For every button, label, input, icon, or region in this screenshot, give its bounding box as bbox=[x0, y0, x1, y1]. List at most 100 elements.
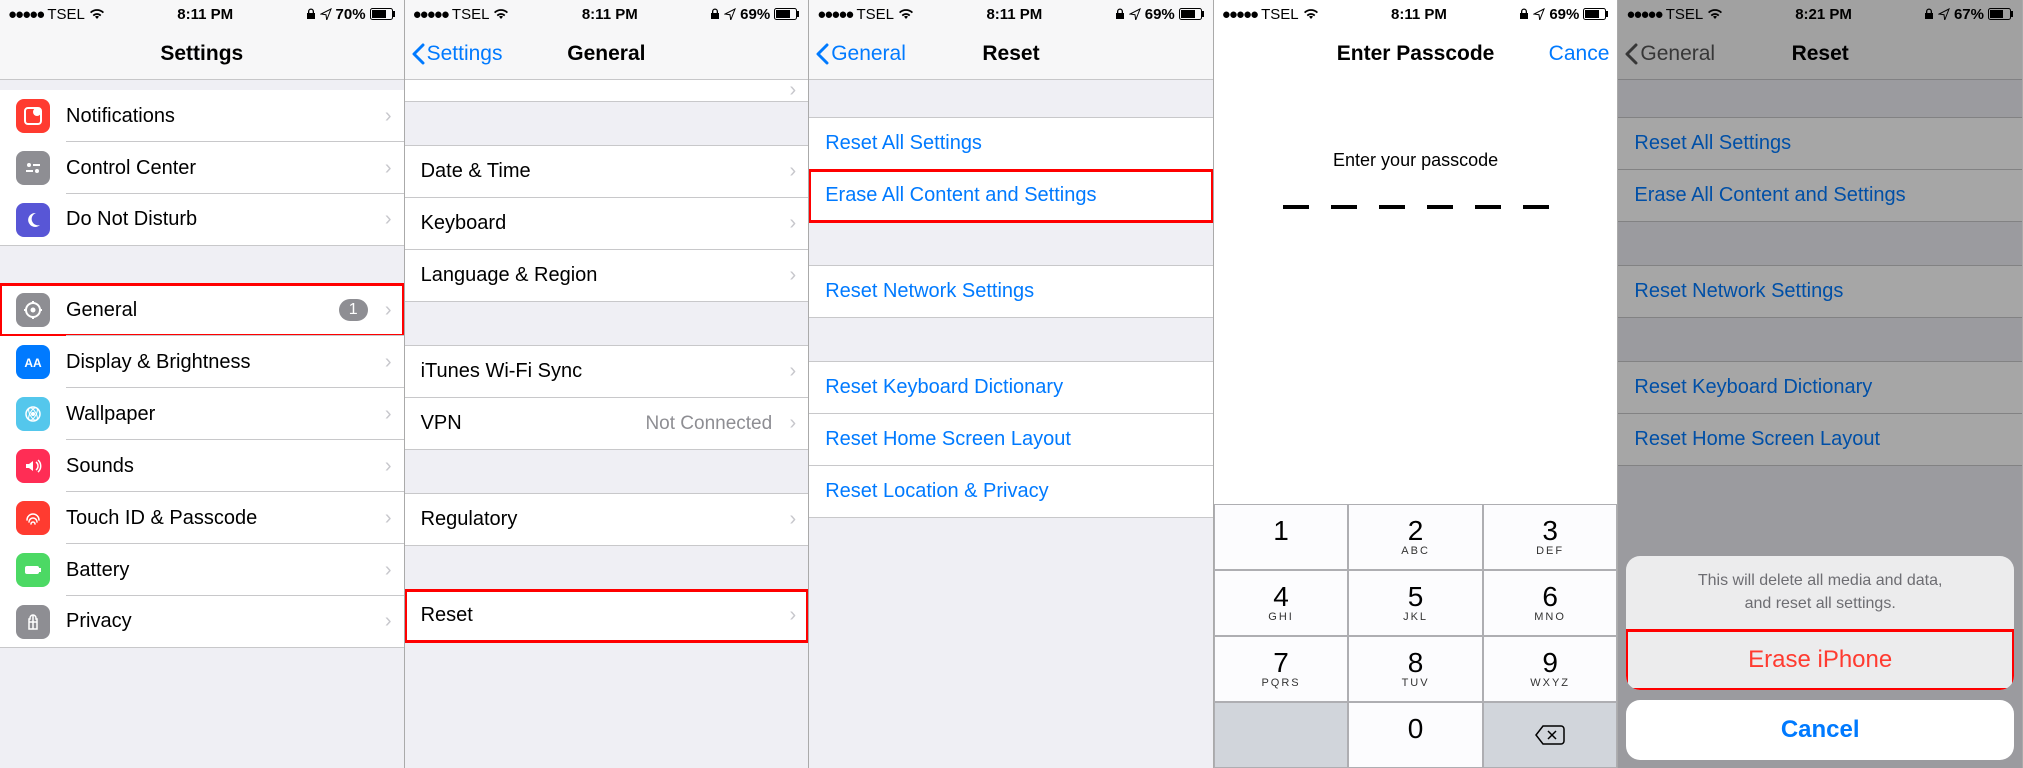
row-label: Reset Network Settings bbox=[825, 280, 1034, 303]
key-number: 4 bbox=[1273, 583, 1289, 611]
nav-bar: General Reset bbox=[809, 28, 1213, 80]
chevron-left-icon bbox=[411, 43, 425, 65]
row-label: Privacy bbox=[66, 610, 132, 633]
status-bar: ●●●●● TSEL 8:11 PM 69% bbox=[1214, 0, 1618, 28]
wallpaper-icon bbox=[16, 397, 50, 431]
chevron-right-icon: › bbox=[790, 79, 797, 102]
keypad-7[interactable]: 7PQRS bbox=[1214, 636, 1349, 702]
row-language-region[interactable]: Language & Region› bbox=[405, 250, 809, 302]
keypad-3[interactable]: 3DEF bbox=[1483, 504, 1618, 570]
settings-row-privacy[interactable]: Privacy› bbox=[0, 596, 404, 648]
screen-general: ●●●●● TSEL 8:11 PM 69% Settings General … bbox=[405, 0, 810, 768]
settings-row-sounds[interactable]: Sounds› bbox=[0, 440, 404, 492]
cancel-button[interactable]: Cance bbox=[1549, 42, 1610, 66]
key-number: 5 bbox=[1408, 583, 1424, 611]
row-label: Notifications bbox=[66, 105, 175, 128]
settings-row-display-brightness[interactable]: AADisplay & Brightness› bbox=[0, 336, 404, 388]
row-keyboard[interactable]: Keyboard› bbox=[405, 198, 809, 250]
chevron-right-icon: › bbox=[790, 412, 797, 435]
group-gap bbox=[0, 246, 404, 284]
status-bar: ●●●●● TSEL 8:11 PM 70% bbox=[0, 0, 404, 28]
chevron-right-icon: › bbox=[385, 351, 392, 374]
signal-dots-icon: ●●●●● bbox=[817, 6, 852, 23]
row-label: Control Center bbox=[66, 157, 196, 180]
lock-icon bbox=[1115, 8, 1125, 20]
row-cutoff[interactable]: › bbox=[405, 80, 809, 102]
key-letters: MNO bbox=[1534, 611, 1566, 623]
group-gap bbox=[405, 102, 809, 146]
row-label: Display & Brightness bbox=[66, 351, 251, 374]
row-label: Regulatory bbox=[421, 508, 518, 531]
row-label: Reset Home Screen Layout bbox=[825, 428, 1071, 451]
chevron-right-icon: › bbox=[790, 508, 797, 531]
row-label: Battery bbox=[66, 559, 129, 582]
chevron-left-icon bbox=[815, 43, 829, 65]
keypad-5[interactable]: 5JKL bbox=[1348, 570, 1483, 636]
row-label: Do Not Disturb bbox=[66, 208, 197, 231]
nav-bar: Settings bbox=[0, 28, 404, 80]
screen-passcode: ●●●●● TSEL 8:11 PM 69% Enter Passcode Ca… bbox=[1214, 0, 1619, 768]
location-icon bbox=[320, 8, 332, 20]
keypad-0[interactable]: 0 bbox=[1348, 702, 1483, 768]
settings-row-control-center[interactable]: Control Center › bbox=[0, 142, 404, 194]
row-reset-network-settings[interactable]: Reset Network Settings bbox=[809, 266, 1213, 318]
battery-pct: 69% bbox=[1549, 6, 1579, 23]
row-reset-location-privacy[interactable]: Reset Location & Privacy bbox=[809, 466, 1213, 518]
keypad-2[interactable]: 2ABC bbox=[1348, 504, 1483, 570]
row-value: Not Connected bbox=[645, 413, 772, 435]
keypad-9[interactable]: 9WXYZ bbox=[1483, 636, 1618, 702]
settings-row-do-not-disturb[interactable]: Do Not Disturb› bbox=[0, 194, 404, 246]
wifi-icon bbox=[493, 8, 509, 20]
page-title: Enter Passcode bbox=[1337, 42, 1495, 66]
touchid-icon bbox=[16, 501, 50, 535]
row-regulatory[interactable]: Regulatory › bbox=[405, 494, 809, 546]
row-label: VPN bbox=[421, 412, 462, 435]
clock: 8:11 PM bbox=[986, 6, 1042, 23]
row-erase-all-content-and-settings[interactable]: Erase All Content and Settings bbox=[809, 170, 1213, 222]
row-reset[interactable]: Reset› bbox=[405, 590, 809, 642]
location-icon bbox=[1533, 8, 1545, 20]
backspace-icon bbox=[1534, 724, 1566, 746]
row-reset-all-settings[interactable]: Reset All Settings bbox=[809, 118, 1213, 170]
key-letters: WXYZ bbox=[1530, 677, 1570, 689]
settings-row-general[interactable]: General›1 bbox=[0, 284, 404, 336]
erase-iphone-button[interactable]: Erase iPhone bbox=[1626, 630, 2014, 690]
keypad-8[interactable]: 8TUV bbox=[1348, 636, 1483, 702]
battery-icon bbox=[1179, 8, 1205, 20]
keypad-backspace[interactable] bbox=[1483, 702, 1618, 768]
carrier-label: TSEL bbox=[47, 6, 85, 23]
privacy-icon bbox=[16, 605, 50, 639]
passcode-field[interactable] bbox=[1214, 205, 1618, 209]
chevron-right-icon: › bbox=[385, 157, 392, 180]
row-reset-keyboard-dictionary[interactable]: Reset Keyboard Dictionary bbox=[809, 362, 1213, 414]
key-letters: PQRS bbox=[1261, 677, 1300, 689]
battery-pct: 69% bbox=[1145, 6, 1175, 23]
key-letters: TUV bbox=[1402, 677, 1430, 689]
chevron-right-icon: › bbox=[790, 160, 797, 183]
row-reset-home-screen-layout[interactable]: Reset Home Screen Layout bbox=[809, 414, 1213, 466]
group-gap bbox=[809, 80, 1213, 118]
keypad-6[interactable]: 6MNO bbox=[1483, 570, 1618, 636]
row-vpn[interactable]: VPN Not Connected › bbox=[405, 398, 809, 450]
settings-row-touch-id-passcode[interactable]: Touch ID & Passcode› bbox=[0, 492, 404, 544]
clock: 8:11 PM bbox=[177, 6, 233, 23]
key-letters: JKL bbox=[1403, 611, 1428, 623]
row-itunes-wi-fi-sync[interactable]: iTunes Wi-Fi Sync› bbox=[405, 346, 809, 398]
back-button[interactable]: General bbox=[815, 42, 906, 66]
keypad-4[interactable]: 4GHI bbox=[1214, 570, 1349, 636]
settings-row-wallpaper[interactable]: Wallpaper› bbox=[0, 388, 404, 440]
row-label: Reset Keyboard Dictionary bbox=[825, 376, 1063, 399]
settings-row-notifications[interactable]: Notifications› bbox=[0, 90, 404, 142]
settings-row-battery[interactable]: Battery› bbox=[0, 544, 404, 596]
chevron-right-icon: › bbox=[385, 507, 392, 530]
battery-pct: 69% bbox=[740, 6, 770, 23]
nav-bar: Enter Passcode Cance bbox=[1214, 28, 1618, 80]
cancel-button[interactable]: Cancel bbox=[1626, 700, 2014, 760]
back-button[interactable]: Settings bbox=[411, 42, 503, 66]
action-sheet: This will delete all media and data, and… bbox=[1626, 556, 2014, 760]
row-date-time[interactable]: Date & Time› bbox=[405, 146, 809, 198]
key-number: 1 bbox=[1273, 517, 1289, 545]
keypad-1[interactable]: 1 bbox=[1214, 504, 1349, 570]
battery-pct: 70% bbox=[336, 6, 366, 23]
numeric-keypad: 1 2ABC3DEF4GHI5JKL6MNO7PQRS8TUV9WXYZ0 bbox=[1214, 504, 1618, 768]
